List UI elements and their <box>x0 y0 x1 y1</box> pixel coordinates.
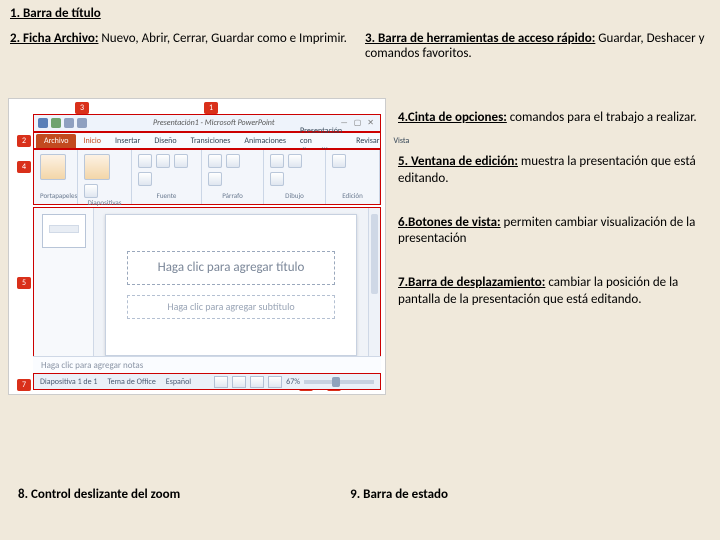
style-icon[interactable] <box>270 172 284 186</box>
ribbon-group-slides-label: Diapositivas <box>84 198 125 207</box>
annotation-6-bold: 6.Botones de vista: <box>398 215 501 230</box>
zoom-slider[interactable] <box>304 380 374 384</box>
maximize-icon[interactable]: ▢ <box>354 118 362 128</box>
align-left-icon[interactable] <box>208 154 222 168</box>
tab-transitions[interactable]: Transiciones <box>184 134 238 148</box>
status-bar: Diapositiva 1 de 1 Tema de Office Españo… <box>33 373 381 390</box>
find-icon[interactable] <box>332 154 346 168</box>
ribbon-tabs: Archivo Inicio Insertar Diseño Transicio… <box>33 132 381 149</box>
font-icon[interactable] <box>138 154 152 168</box>
ribbon-group-font: Fuente <box>132 150 202 204</box>
ribbon-group-paragraph-label: Párrafo <box>208 191 257 200</box>
close-icon[interactable]: ✕ <box>367 118 374 128</box>
arrange-icon[interactable] <box>288 154 302 168</box>
scrollbar-thumb[interactable] <box>371 214 378 294</box>
status-slide-count: Diapositiva 1 de 1 <box>40 377 97 387</box>
annotation-2-bold: 2. Ficha Archivo: <box>10 31 98 46</box>
save-icon[interactable] <box>51 118 61 128</box>
annotation-1-label: 1. Barra de título <box>10 6 101 21</box>
ribbon-group-drawing-label: Dibujo <box>270 191 319 200</box>
paste-icon[interactable] <box>40 154 66 180</box>
tab-review[interactable]: Revisar <box>349 134 386 148</box>
undo-icon[interactable] <box>64 118 74 128</box>
annotation-4-bold: 4.Cinta de opciones: <box>398 110 507 125</box>
bottom-annotations: 8. Control deslizante del zoom 9. Barra … <box>18 487 448 502</box>
tab-design[interactable]: Diseño <box>147 134 183 148</box>
annotation-4: 4.Cinta de opciones: comandos para el tr… <box>398 110 714 126</box>
annotation-7: 7.Barra de desplazamiento: cambiar la po… <box>398 275 714 308</box>
layout-icon[interactable] <box>84 184 98 198</box>
app-icon <box>38 118 48 128</box>
zoom-slider-thumb[interactable] <box>332 377 340 387</box>
annotation-4-rest: comandos para el trabajo a realizar. <box>507 110 697 125</box>
callout-3-badge: 3 <box>75 102 89 114</box>
edit-window: Haga clic para agregar título Haga clic … <box>33 207 381 362</box>
annotation-8: 8. Control deslizante del zoom <box>18 487 180 502</box>
annotation-6: 6.Botones de vista: permiten cambiar vis… <box>398 215 714 248</box>
ribbon-group-slides: Diapositivas <box>78 150 132 204</box>
tab-animations[interactable]: Animaciones <box>237 134 293 148</box>
annotation-2-rest: Nuevo, Abrir, Cerrar, Guardar como e Imp… <box>98 31 346 46</box>
thumbnail-pane[interactable] <box>34 208 94 361</box>
list-icon[interactable] <box>208 172 222 186</box>
ribbon-group-editing-label: Edición <box>332 191 373 200</box>
color-icon[interactable] <box>138 172 152 186</box>
annotation-1: 1. Barra de título <box>0 0 720 25</box>
slide-canvas[interactable]: Haga clic para agregar título Haga clic … <box>105 214 357 356</box>
annotation-9-label: 9. Barra de estado <box>350 487 448 502</box>
callout-7-badge: 7 <box>17 379 31 391</box>
ribbon-group-clipboard: Portapapeles <box>34 150 78 204</box>
annotations-row-2-3: 2. Ficha Archivo: Nuevo, Abrir, Cerrar, … <box>0 25 720 67</box>
align-center-icon[interactable] <box>226 154 240 168</box>
slide-thumbnail-1[interactable] <box>42 214 86 248</box>
vertical-scrollbar[interactable] <box>368 208 380 361</box>
annotation-5: 5. Ventana de edición: muestra la presen… <box>398 154 714 187</box>
ribbon-group-paragraph: Párrafo <box>202 150 264 204</box>
callout-5-badge: 5 <box>17 277 31 289</box>
annotation-3: 3. Barra de herramientas de acceso rápid… <box>365 31 710 61</box>
title-placeholder[interactable]: Haga clic para agregar título <box>127 251 335 285</box>
annotation-7-bold: 7.Barra de desplazamiento: <box>398 275 545 290</box>
annotation-8-label: 8. Control deslizante del zoom <box>18 487 180 502</box>
annotation-9: 9. Barra de estado <box>350 487 448 502</box>
callout-2-badge: 2 <box>17 135 31 147</box>
callout-1-badge: 1 <box>204 102 218 114</box>
tab-home[interactable]: Inicio <box>76 134 108 148</box>
ribbon-body: Portapapeles Diapositivas Fuente Párrafo… <box>33 149 381 205</box>
view-slideshow-button[interactable] <box>268 376 282 388</box>
slide-pane[interactable]: Haga clic para agregar título Haga clic … <box>94 208 368 361</box>
ribbon-group-drawing: Dibujo <box>264 150 326 204</box>
status-theme: Tema de Office <box>107 377 155 387</box>
new-slide-icon[interactable] <box>84 154 110 180</box>
ribbon-group-font-label: Fuente <box>138 191 195 200</box>
right-annotations: 4.Cinta de opciones: comandos para el tr… <box>398 110 714 308</box>
view-reading-button[interactable] <box>250 376 264 388</box>
shapes-icon[interactable] <box>270 154 284 168</box>
notes-pane[interactable]: Haga clic para agregar notas <box>33 356 381 374</box>
view-normal-button[interactable] <box>214 376 228 388</box>
zoom-value: 67% <box>286 377 300 387</box>
view-sorter-button[interactable] <box>232 376 246 388</box>
quick-access-toolbar[interactable] <box>34 118 87 128</box>
powerpoint-window-figure: 1 2 3 4 5 6 7 8 9 Presentación1 - Micros… <box>8 98 386 395</box>
annotation-3-bold: 3. Barra de herramientas de acceso rápid… <box>365 31 595 46</box>
annotation-2: 2. Ficha Archivo: Nuevo, Abrir, Cerrar, … <box>10 31 355 61</box>
callout-4-badge: 4 <box>17 161 31 173</box>
redo-icon[interactable] <box>77 118 87 128</box>
ribbon-group-editing: Edición <box>326 150 380 204</box>
ribbon-group-clipboard-label: Portapapeles <box>40 191 71 200</box>
status-language: Español <box>166 377 191 387</box>
annotation-5-bold: 5. Ventana de edición: <box>398 154 518 169</box>
italic-icon[interactable] <box>174 154 188 168</box>
tab-file[interactable]: Archivo <box>36 134 76 148</box>
subtitle-placeholder[interactable]: Haga clic para agregar subtítulo <box>127 295 335 319</box>
tab-insert[interactable]: Insertar <box>108 134 147 148</box>
bold-icon[interactable] <box>156 154 170 168</box>
